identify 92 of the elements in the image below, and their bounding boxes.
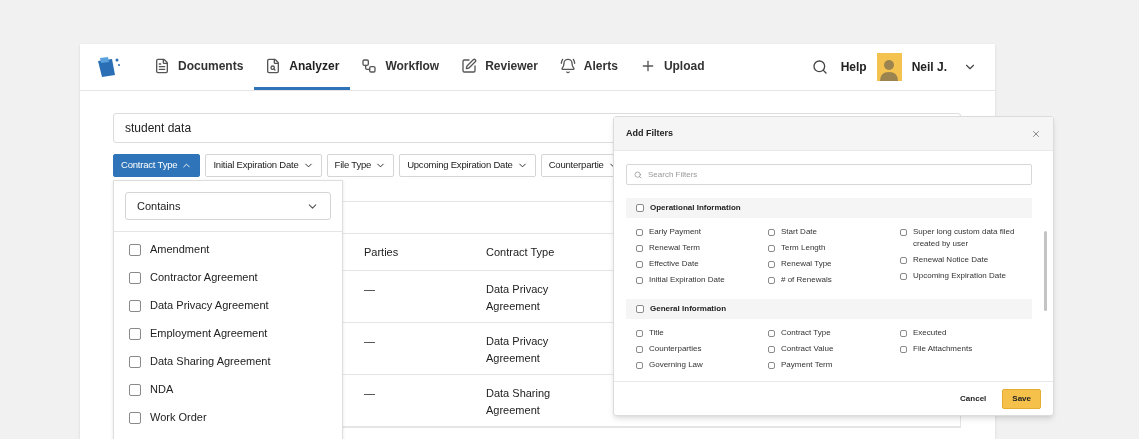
option-label: Employment Agreement [150, 326, 268, 342]
checkbox[interactable] [129, 299, 141, 312]
checkbox[interactable] [129, 243, 141, 256]
document-icon [154, 57, 170, 74]
column-header: Parties [364, 244, 400, 260]
filter-option-label: Counterparties [649, 343, 702, 355]
checkbox[interactable] [636, 330, 643, 337]
filter-chip[interactable]: File Type [326, 154, 395, 177]
close-icon[interactable] [1031, 128, 1041, 139]
checkbox[interactable] [636, 305, 644, 313]
scrollbar-thumb[interactable] [1044, 231, 1047, 311]
filter-option-label: Executed [913, 327, 947, 339]
checkbox[interactable] [768, 277, 775, 284]
bell-icon [559, 57, 576, 74]
filter-option-label: Initial Expiration Date [649, 274, 725, 286]
search-icon[interactable] [811, 59, 828, 75]
option-label: Contractor Agreement [150, 270, 258, 286]
filter-option-label: # of Renewals [781, 274, 832, 286]
filter-option-label: Contract Value [781, 343, 834, 355]
dialog-title: Add Filters [626, 126, 673, 140]
nav-tab[interactable]: Documents [143, 44, 255, 90]
section-title: General Information [650, 303, 726, 315]
filter-option-label: Upcoming Expiration Date [913, 270, 1006, 282]
table-cell-text: Data Privacy Agreement [486, 282, 550, 314]
checkbox[interactable] [129, 355, 141, 368]
filter-chip[interactable]: Contract Type [113, 154, 201, 177]
checkbox[interactable] [636, 245, 643, 252]
nav-tab[interactable]: Upload [628, 44, 716, 90]
checkbox[interactable] [129, 411, 141, 424]
filter-chip[interactable]: Upcoming Expiration Date [399, 154, 536, 177]
nav-tab[interactable]: Reviewer [450, 44, 549, 90]
filter-option-label: Early Payment [649, 226, 702, 238]
checkbox[interactable] [900, 273, 907, 280]
option-label: Amendment [150, 242, 210, 258]
column-header: Contract Type [486, 244, 555, 260]
filter-option-label: Effective Date [649, 258, 699, 270]
option-label: Work Order [150, 410, 207, 426]
nav-tab[interactable]: Workflow [350, 44, 451, 90]
checkbox[interactable] [900, 229, 907, 236]
filter-option-label: File Attachments [913, 343, 973, 355]
checkbox[interactable] [900, 346, 907, 353]
nav-tab[interactable]: Alerts [548, 44, 629, 90]
search-filters-field[interactable]: Search Filters [626, 164, 1032, 185]
section-title: Operational Information [650, 202, 741, 214]
search-icon [634, 170, 642, 179]
option-label: Data Sharing Agreement [150, 354, 271, 370]
help-link[interactable]: Help [840, 58, 867, 76]
checkbox[interactable] [768, 330, 775, 337]
logo-icon [96, 56, 121, 78]
filter-option-label: Renewal Type [781, 258, 832, 270]
table-cell-text: — [364, 282, 376, 297]
option-label: NDA [150, 382, 174, 398]
checkbox[interactable] [636, 204, 644, 212]
filter-option-label: Super long custom data filed created by user [913, 226, 1016, 250]
checkbox[interactable] [636, 261, 643, 268]
filter-chip[interactable]: Initial Expiration Date [205, 154, 322, 177]
save-button[interactable]: Save [1002, 388, 1041, 409]
filter-option-label: Governing Law [649, 359, 703, 371]
checkbox[interactable] [768, 346, 775, 353]
option-label: Data Privacy Agreement [150, 298, 269, 314]
filter-option-label: Renewal Term [649, 242, 700, 254]
user-name: Neil J. [911, 59, 947, 76]
filter-option-label: Payment Term [781, 359, 833, 371]
operator-select[interactable]: Contains [125, 192, 331, 220]
checkbox[interactable] [636, 362, 643, 369]
checkbox[interactable] [900, 330, 907, 337]
filter-option-label: Renewal Notice Date [913, 254, 989, 266]
checkbox[interactable] [768, 245, 775, 252]
filter-option-label: Term Length [781, 242, 826, 254]
checkbox[interactable] [636, 229, 643, 236]
checkbox[interactable] [129, 383, 141, 396]
table-cell-text: — [364, 334, 376, 349]
checkbox[interactable] [129, 327, 141, 340]
checkbox[interactable] [768, 362, 775, 369]
nav-tab[interactable]: Analyzer [254, 44, 351, 90]
filter-option-label: Start Date [781, 226, 817, 238]
checkbox[interactable] [900, 257, 907, 264]
filter-option-label: Contract Type [781, 327, 831, 339]
checkbox[interactable] [768, 261, 775, 268]
workflow-icon [361, 57, 378, 74]
checkbox[interactable] [129, 271, 141, 284]
cancel-button[interactable]: Cancel [956, 392, 991, 405]
table-cell-text: Data Privacy Agreement [486, 334, 550, 366]
avatar[interactable] [876, 53, 902, 81]
checkbox[interactable] [768, 229, 775, 236]
filter-option-label: Title [649, 327, 664, 339]
table-cell-text: Data Sharing Agreement [486, 386, 552, 418]
pen-square-icon [461, 57, 478, 74]
table-cell-text: — [364, 386, 376, 401]
checkbox[interactable] [636, 277, 643, 284]
magnifier-document-icon [265, 57, 282, 74]
checkbox[interactable] [636, 346, 643, 353]
